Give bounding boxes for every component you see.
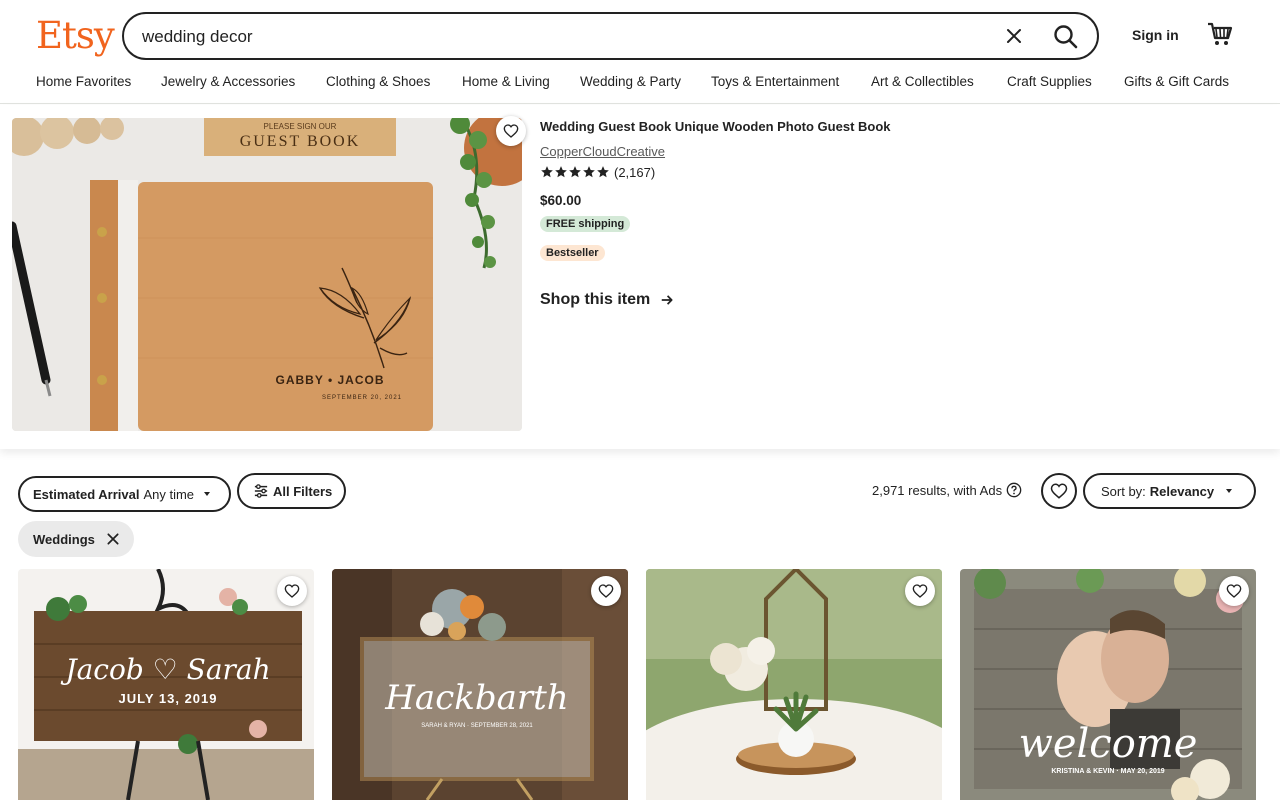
featured-price: $60.00 (540, 193, 582, 208)
product-sign-text: Jacob ♡ Sarah (60, 653, 270, 686)
product-card[interactable]: welcome KRISTINA & KEVIN · MAY 20, 2019 (960, 569, 1256, 800)
search-icon[interactable] (1050, 21, 1082, 53)
product-image (646, 569, 942, 800)
star-icon (583, 166, 595, 178)
product-sign-text: welcome (1019, 721, 1198, 767)
sort-dropdown[interactable]: Sort by: Relevancy (1083, 473, 1256, 509)
heart-icon (1226, 584, 1242, 598)
heart-icon (1050, 483, 1068, 499)
product-sign-date: JULY 13, 2019 (118, 691, 217, 706)
favorite-featured-button[interactable] (496, 116, 526, 146)
arrival-label: Estimated Arrival (33, 486, 140, 502)
product-sign-date: KRISTINA & KEVIN · MAY 20, 2019 (1051, 768, 1164, 775)
search-input[interactable] (142, 26, 982, 48)
rating-stars (540, 165, 610, 179)
shop-this-item-label: Shop this item (540, 291, 651, 308)
heart-icon (284, 584, 300, 598)
star-icon (597, 166, 609, 178)
product-image: Hackbarth SARAH & RYAN · SEPTEMBER 28, 2… (332, 569, 628, 800)
nav-gifts-gift-cards[interactable]: Gifts & Gift Cards (1124, 74, 1229, 89)
category-nav: Home Favorites Jewelry & Accessories Clo… (0, 74, 1280, 96)
favorite-button[interactable] (277, 576, 307, 606)
book-date: SEPTEMBER 20, 2021 (322, 395, 402, 401)
heart-icon (598, 584, 614, 598)
results-text: 2,971 results, with Ads (872, 482, 1003, 498)
cart-icon[interactable] (1206, 20, 1234, 48)
active-filter-chip-weddings[interactable]: Weddings (18, 521, 134, 557)
favorite-button[interactable] (1219, 576, 1249, 606)
results-count: 2,971 results, with Ads (872, 482, 1022, 498)
chip-label: Weddings (33, 531, 95, 547)
featured-title[interactable]: Wedding Guest Book Unique Wooden Photo G… (540, 119, 891, 134)
favorite-button[interactable] (905, 576, 935, 606)
help-icon[interactable] (1006, 482, 1022, 498)
heart-icon (912, 584, 928, 598)
free-shipping-badge: FREE shipping (540, 216, 631, 232)
caret-down-icon (204, 492, 211, 496)
sort-label: Sort by: (1101, 483, 1146, 499)
product-sign-text: Hackbarth (384, 678, 568, 718)
product-card[interactable]: Jacob ♡ Sarah JULY 13, 2019 (18, 569, 314, 800)
nav-toys-entertainment[interactable]: Toys & Entertainment (711, 74, 839, 89)
site-header: Etsy Sign in Home Favorites Jewelry & Ac… (0, 0, 1280, 104)
shop-this-item-link[interactable]: Shop this item (540, 291, 674, 309)
estimated-arrival-filter[interactable]: Estimated Arrival Any time (18, 476, 231, 512)
product-sign-date: SARAH & RYAN · SEPTEMBER 28, 2021 (421, 723, 533, 729)
save-search-button[interactable] (1041, 473, 1077, 509)
product-image: welcome KRISTINA & KEVIN · MAY 20, 2019 (960, 569, 1256, 800)
featured-listing: PLEASE SIGN OUR GUEST BOOK GABBY • JACOB… (0, 105, 1280, 449)
product-image: Jacob ♡ Sarah JULY 13, 2019 (18, 569, 314, 800)
nav-home-living[interactable]: Home & Living (462, 74, 550, 89)
rating: (2,167) (540, 164, 655, 180)
product-card[interactable] (646, 569, 942, 800)
etsy-logo[interactable]: Etsy (36, 14, 115, 57)
all-filters-button[interactable]: All Filters (237, 473, 346, 509)
book-names: GABBY • JACOB (276, 373, 385, 387)
review-count: (2,167) (614, 164, 656, 180)
all-filters-label: All Filters (273, 483, 333, 499)
featured-image[interactable]: PLEASE SIGN OUR GUEST BOOK GABBY • JACOB… (12, 118, 522, 431)
heart-icon (503, 124, 519, 138)
nav-art-collectibles[interactable]: Art & Collectibles (871, 74, 974, 89)
nav-wedding-party[interactable]: Wedding & Party (580, 74, 681, 89)
sign-line2: GUEST BOOK (240, 133, 361, 150)
sign-line1: PLEASE SIGN OUR (264, 122, 337, 131)
arrow-right-icon (661, 295, 673, 305)
product-card[interactable]: Hackbarth SARAH & RYAN · SEPTEMBER 28, 2… (332, 569, 628, 800)
sign-in-link[interactable]: Sign in (1132, 27, 1179, 43)
caret-down-icon (1226, 489, 1233, 493)
star-icon (569, 166, 581, 178)
star-icon (555, 166, 567, 178)
arrival-value: Any time (143, 486, 195, 502)
nav-jewelry-accessories[interactable]: Jewelry & Accessories (161, 74, 295, 89)
close-icon[interactable] (105, 531, 121, 547)
nav-craft-supplies[interactable]: Craft Supplies (1007, 74, 1092, 89)
favorite-button[interactable] (591, 576, 621, 606)
nav-home-favorites[interactable]: Home Favorites (36, 74, 131, 89)
shop-name-link[interactable]: CopperCloudCreative (540, 144, 665, 159)
close-icon[interactable] (1002, 24, 1026, 48)
nav-clothing-shoes[interactable]: Clothing & Shoes (326, 74, 430, 89)
search-bar (122, 12, 1099, 60)
sort-value: Relevancy (1149, 483, 1215, 499)
bestseller-badge: Bestseller (540, 245, 605, 261)
filter-sliders-icon (254, 484, 268, 498)
star-icon (541, 166, 553, 178)
